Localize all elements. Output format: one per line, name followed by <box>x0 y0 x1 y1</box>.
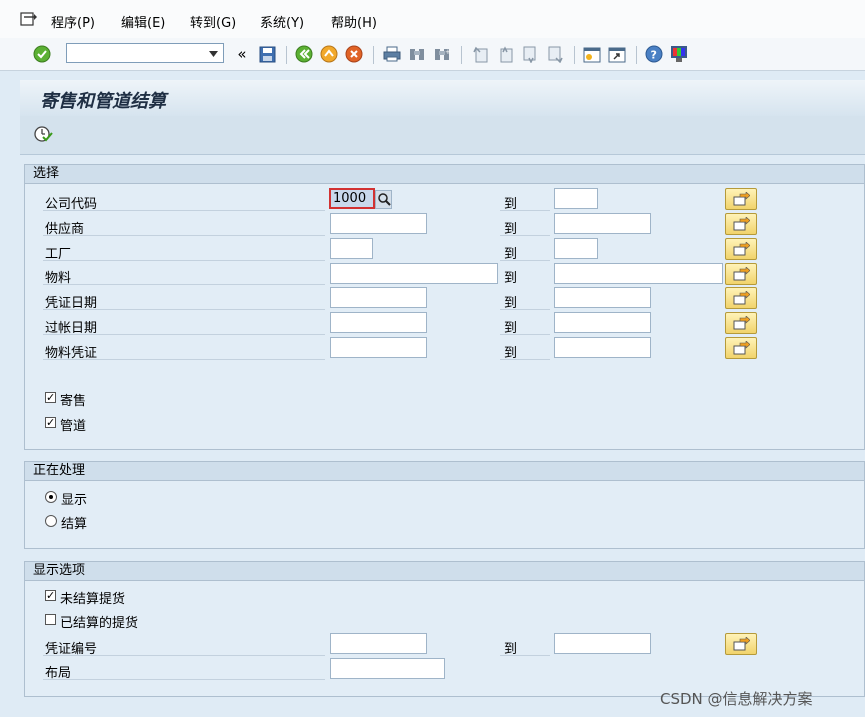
layout-input[interactable] <box>330 658 445 679</box>
settled-withdrawals-label: 已结算的提货 <box>60 616 139 631</box>
search-icon <box>378 193 391 206</box>
document-number-to-input[interactable] <box>554 633 651 654</box>
document-date-from-input[interactable] <box>330 287 427 308</box>
vendor-to-input[interactable] <box>554 213 651 234</box>
company-code-to-input[interactable] <box>554 188 598 209</box>
help-icon[interactable]: ? <box>644 44 664 64</box>
menu-help[interactable]: 帮助(H) <box>331 12 377 31</box>
multiple-selection-icon <box>733 291 750 305</box>
command-field[interactable] <box>66 43 224 63</box>
plant-multiple-selection-button[interactable] <box>725 238 757 260</box>
display-options-header: 显示选项 <box>25 562 864 581</box>
find-next-icon[interactable]: + <box>432 44 452 64</box>
settle-radio-label: 结算 <box>61 517 88 532</box>
svg-text:+: + <box>445 48 451 56</box>
watermark: CSDN @信息解决方案 <box>660 690 813 708</box>
display-radio-label: 显示 <box>61 493 88 508</box>
vendor-from-input[interactable] <box>330 213 427 234</box>
document-date-multiple-selection-button[interactable] <box>725 287 757 309</box>
selection-header: 选择 <box>25 165 864 184</box>
processing-header: 正在处理 <box>25 462 864 481</box>
settled-withdrawals-checkbox[interactable] <box>45 614 56 625</box>
next-page-icon[interactable] <box>520 44 540 64</box>
menu-program[interactable]: 程序(P) <box>51 12 95 31</box>
menu-edit[interactable]: 编辑(E) <box>121 12 165 31</box>
menu-window-icon[interactable] <box>20 11 38 27</box>
print-icon[interactable] <box>382 44 402 64</box>
posting-date-to-input[interactable] <box>554 312 651 333</box>
settle-radio[interactable] <box>45 515 57 527</box>
multiple-selection-icon <box>733 242 750 256</box>
first-page-icon[interactable] <box>470 44 490 64</box>
find-icon[interactable] <box>407 44 427 64</box>
consignment-label: 寄售 <box>60 394 87 409</box>
material-document-multiple-selection-button[interactable] <box>725 337 757 359</box>
multiple-selection-icon <box>733 316 750 330</box>
posting-date-from-input[interactable] <box>330 312 427 333</box>
multiple-selection-icon <box>733 637 750 651</box>
enter-icon[interactable] <box>32 44 52 64</box>
document-number-multiple-selection-button[interactable] <box>725 633 757 655</box>
unsettled-withdrawals-checkbox[interactable]: ✓ <box>45 590 56 601</box>
svg-text:?: ? <box>651 49 657 62</box>
collapse-icon[interactable]: « <box>234 44 250 64</box>
company-code-from-input[interactable]: 1000 <box>329 188 375 209</box>
material-document-from-input[interactable] <box>330 337 427 358</box>
menu-goto[interactable]: 转到(G) <box>190 12 236 31</box>
menu-bar: 程序(P) 编辑(E) 转到(G) 系统(Y) 帮助(H) <box>0 0 865 38</box>
consignment-checkbox[interactable]: ✓ <box>45 392 56 403</box>
shortcut-icon[interactable] <box>607 44 627 64</box>
document-date-to-input[interactable] <box>554 287 651 308</box>
multiple-selection-icon <box>733 341 750 355</box>
exit-icon[interactable] <box>319 44 339 64</box>
multiple-selection-icon <box>733 267 750 281</box>
plant-from-input[interactable] <box>330 238 373 259</box>
vendor-multiple-selection-button[interactable] <box>725 213 757 235</box>
command-dropdown-icon[interactable] <box>209 51 218 57</box>
cancel-icon[interactable] <box>344 44 364 64</box>
processing-panel: 正在处理 <box>24 461 865 549</box>
document-number-from-input[interactable] <box>330 633 427 654</box>
save-icon[interactable] <box>257 44 277 64</box>
customize-layout-icon[interactable] <box>669 44 689 64</box>
to-label: 到 <box>504 271 518 286</box>
material-to-input[interactable] <box>554 263 723 284</box>
unsettled-withdrawals-label: 未结算提货 <box>60 592 126 607</box>
title-bar: 寄售和管道结算 <box>20 80 865 116</box>
display-radio[interactable] <box>45 491 57 503</box>
company-code-multiple-selection-button[interactable] <box>725 188 757 210</box>
page-title: 寄售和管道结算 <box>40 91 166 112</box>
back-icon[interactable] <box>294 44 314 64</box>
multiple-selection-icon <box>733 217 750 231</box>
plant-to-input[interactable] <box>554 238 598 259</box>
material-multiple-selection-button[interactable] <box>725 263 757 285</box>
material-from-input[interactable] <box>330 263 498 284</box>
create-session-icon[interactable] <box>582 44 602 64</box>
pipeline-label: 管道 <box>60 419 87 434</box>
previous-page-icon[interactable] <box>495 44 515 64</box>
posting-date-multiple-selection-button[interactable] <box>725 312 757 334</box>
multiple-selection-icon <box>733 192 750 206</box>
execute-icon[interactable] <box>33 125 53 143</box>
company-code-search-button[interactable] <box>375 190 392 209</box>
application-toolbar <box>20 116 865 155</box>
last-page-icon[interactable] <box>545 44 565 64</box>
pipeline-checkbox[interactable]: ✓ <box>45 417 56 428</box>
material-document-to-input[interactable] <box>554 337 651 358</box>
menu-system[interactable]: 系统(Y) <box>260 12 304 31</box>
